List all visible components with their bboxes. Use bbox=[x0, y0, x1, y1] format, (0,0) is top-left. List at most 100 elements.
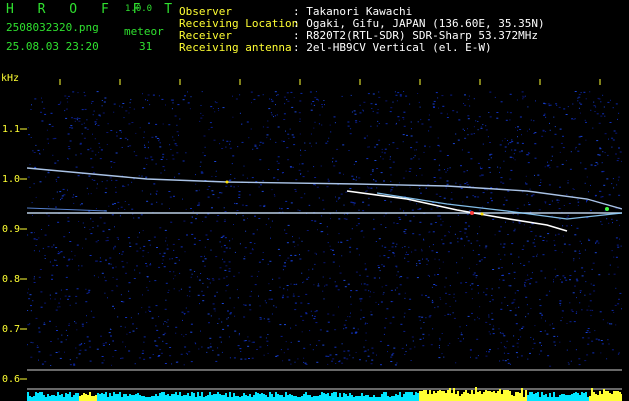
frequency-axis bbox=[0, 79, 27, 401]
noise-speck bbox=[429, 316, 431, 317]
noise-speck bbox=[489, 142, 491, 143]
level-bar bbox=[557, 397, 559, 401]
noise-speck bbox=[525, 316, 526, 317]
noise-speck bbox=[36, 239, 38, 240]
noise-speck bbox=[612, 250, 613, 251]
noise-speck bbox=[513, 222, 514, 223]
noise-speck bbox=[383, 158, 384, 159]
noise-speck bbox=[571, 151, 572, 152]
noise-speck bbox=[580, 292, 581, 293]
level-bar bbox=[459, 396, 461, 401]
noise-speck bbox=[439, 338, 440, 339]
noise-speck bbox=[264, 355, 265, 356]
noise-speck bbox=[85, 239, 86, 240]
noise-speck bbox=[466, 325, 467, 326]
noise-speck bbox=[529, 353, 531, 354]
noise-speck bbox=[307, 230, 309, 231]
noise-speck bbox=[159, 253, 161, 254]
level-bar bbox=[449, 388, 451, 401]
noise-speck bbox=[217, 347, 218, 348]
noise-speck bbox=[90, 233, 92, 234]
noise-speck bbox=[451, 192, 452, 193]
level-bar bbox=[413, 395, 415, 401]
noise-speck bbox=[76, 118, 77, 119]
noise-speck bbox=[301, 273, 302, 274]
noise-speck bbox=[455, 362, 456, 363]
noise-speck bbox=[95, 121, 97, 122]
noise-speck bbox=[557, 275, 559, 276]
noise-speck bbox=[154, 341, 156, 342]
noise-speck bbox=[263, 126, 264, 127]
noise-speck bbox=[532, 272, 533, 273]
noise-speck bbox=[391, 174, 392, 175]
noise-speck bbox=[103, 343, 105, 344]
noise-speck bbox=[41, 229, 42, 230]
noise-speck bbox=[440, 225, 442, 226]
noise-speck bbox=[467, 115, 469, 116]
noise-speck bbox=[428, 260, 429, 261]
noise-speck bbox=[380, 270, 381, 271]
noise-speck bbox=[96, 119, 97, 120]
noise-speck bbox=[67, 299, 69, 300]
noise-speck bbox=[90, 148, 91, 149]
noise-speck bbox=[125, 201, 126, 202]
noise-speck bbox=[400, 324, 402, 325]
noise-speck bbox=[32, 342, 33, 343]
noise-speck bbox=[298, 341, 300, 342]
noise-speck bbox=[234, 186, 235, 187]
noise-speck bbox=[316, 99, 318, 100]
noise-speck bbox=[278, 278, 280, 279]
noise-speck bbox=[90, 158, 92, 159]
noise-speck bbox=[511, 141, 513, 142]
noise-speck bbox=[483, 192, 485, 193]
noise-speck bbox=[559, 208, 561, 209]
noise-speck bbox=[214, 111, 215, 112]
noise-speck bbox=[486, 356, 488, 357]
noise-speck bbox=[383, 266, 385, 267]
noise-speck bbox=[615, 133, 617, 134]
noise-speck bbox=[279, 324, 281, 325]
noise-speck bbox=[395, 364, 397, 365]
noise-speck bbox=[419, 263, 421, 264]
noise-speck bbox=[156, 330, 158, 331]
noise-speck bbox=[447, 155, 449, 156]
noise-speck bbox=[40, 269, 42, 270]
noise-speck bbox=[181, 246, 183, 247]
noise-speck bbox=[287, 134, 289, 135]
noise-speck bbox=[441, 95, 443, 96]
noise-speck bbox=[450, 314, 451, 315]
noise-speck bbox=[205, 217, 207, 218]
noise-speck bbox=[122, 103, 124, 104]
noise-speck bbox=[338, 198, 340, 199]
noise-speck bbox=[221, 246, 222, 247]
noise-speck bbox=[455, 301, 456, 302]
noise-speck bbox=[502, 275, 504, 276]
noise-speck bbox=[367, 147, 368, 148]
noise-speck bbox=[240, 359, 242, 360]
noise-speck bbox=[436, 207, 438, 208]
noise-speck bbox=[513, 302, 515, 303]
noise-speck bbox=[130, 102, 131, 103]
noise-speck bbox=[40, 181, 42, 182]
noise-speck bbox=[610, 100, 611, 101]
level-bar bbox=[237, 396, 239, 401]
noise-speck bbox=[320, 223, 322, 224]
noise-speck bbox=[546, 334, 548, 335]
noise-speck bbox=[547, 233, 549, 234]
noise-speck bbox=[358, 177, 360, 178]
level-bar bbox=[329, 396, 331, 401]
noise-speck bbox=[476, 240, 478, 241]
noise-speck bbox=[28, 298, 30, 299]
noise-speck bbox=[223, 261, 225, 262]
noise-speck bbox=[589, 332, 591, 333]
noise-speck bbox=[342, 144, 344, 145]
level-bar bbox=[131, 395, 133, 401]
noise-speck bbox=[217, 323, 218, 324]
noise-speck bbox=[600, 197, 602, 198]
noise-speck bbox=[475, 120, 476, 121]
noise-speck bbox=[223, 278, 225, 279]
noise-speck bbox=[87, 336, 89, 337]
noise-speck bbox=[249, 296, 251, 297]
noise-speck bbox=[344, 325, 346, 326]
noise-speck bbox=[528, 279, 530, 280]
